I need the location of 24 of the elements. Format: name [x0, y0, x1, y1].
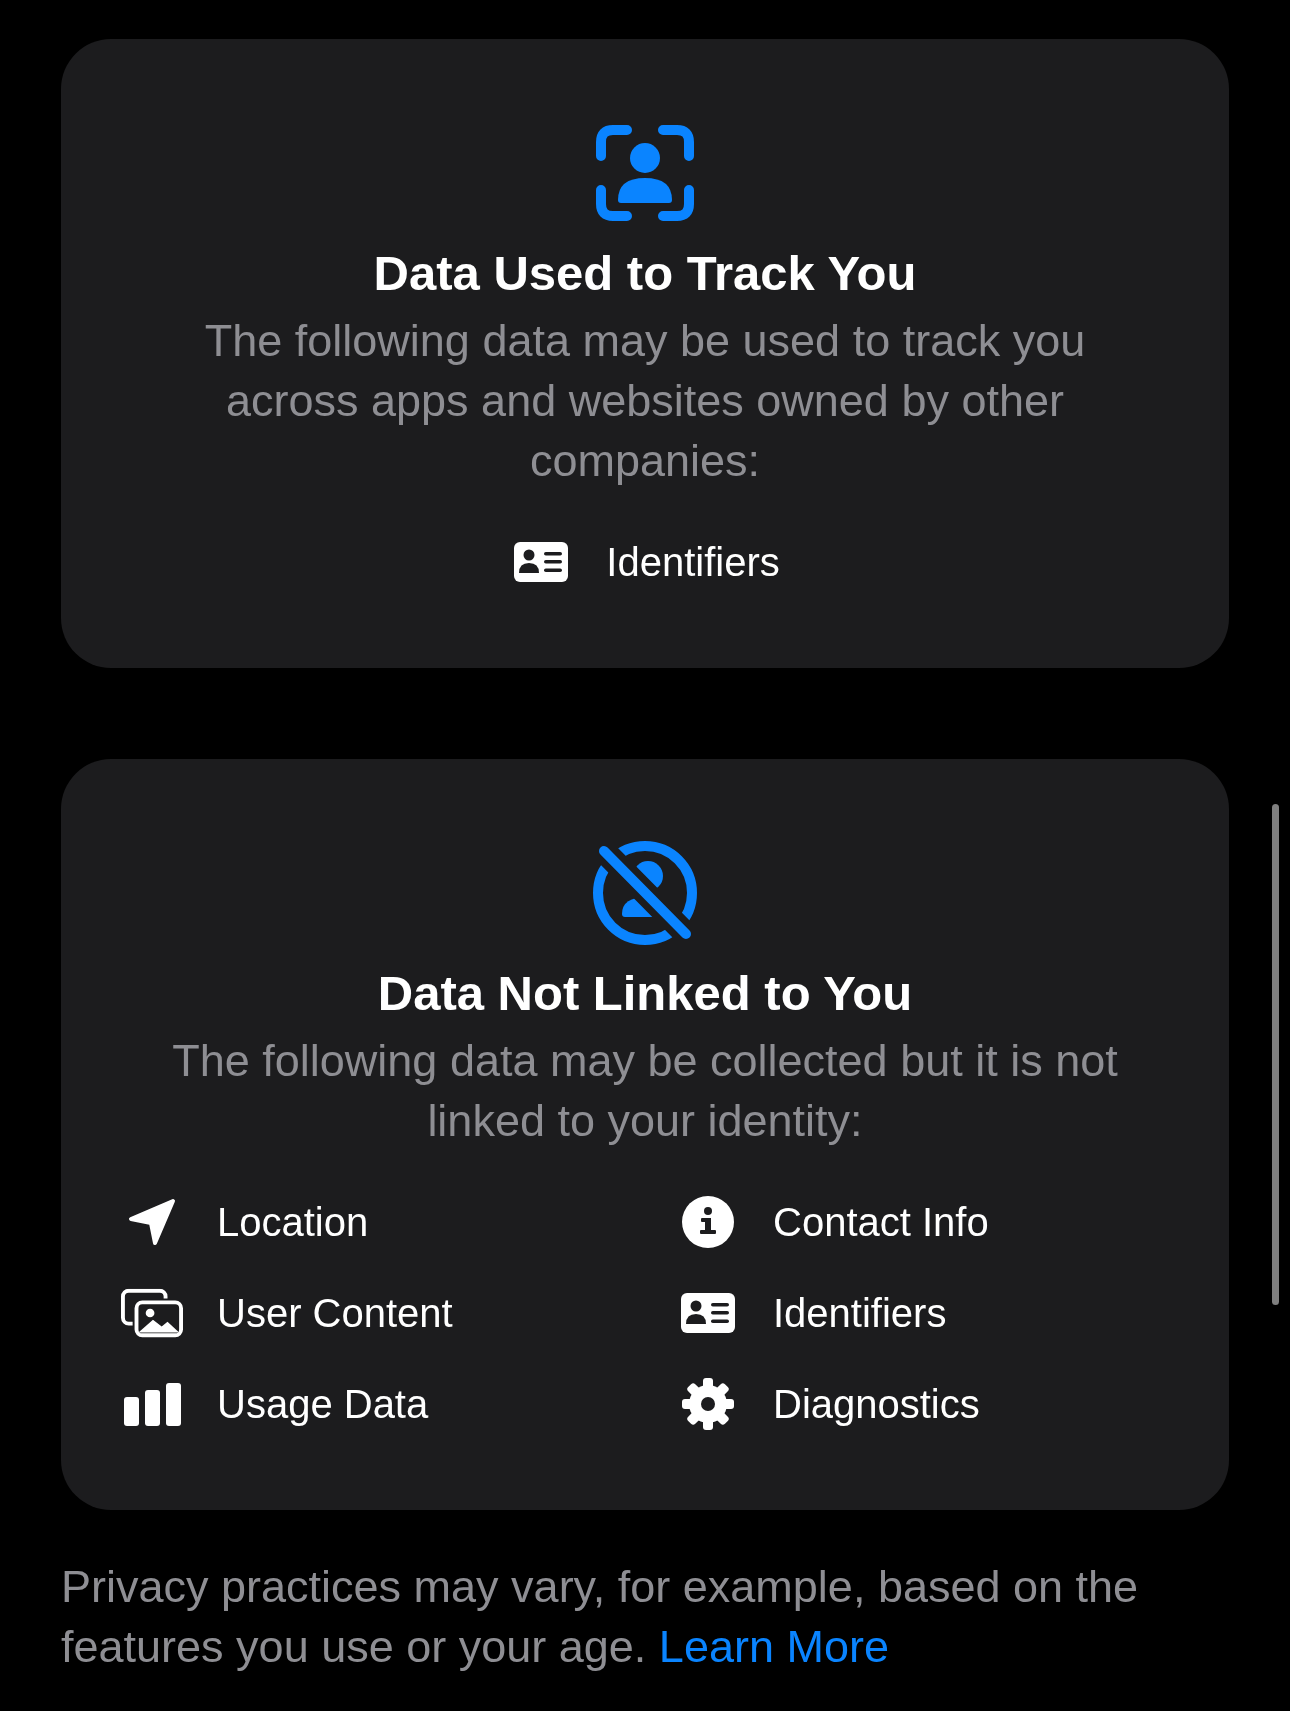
card-description: The following data may be used to track you across apps and websites owned by other companies:: [203, 314, 1087, 488]
id-card-icon: [514, 542, 569, 582]
data-type-label: Identifiers: [606, 539, 780, 586]
data-type-label: Location: [217, 1199, 369, 1246]
data-type-label: Usage Data: [217, 1381, 429, 1428]
card-description: The following data may be collected but it is not linked to your identity:: [171, 1034, 1119, 1148]
info-icon: [682, 1196, 734, 1248]
privacy-note: Privacy practices may vary, for example, based on the features you use or your age. Learn More: [61, 1560, 1140, 1674]
learn-more-link[interactable]: Learn More: [658, 1621, 889, 1672]
privacy-card[interactable]: Data Used to Track You The following data may be used to track you across apps and websites owned by other companies: Identifiers: [61, 39, 1229, 668]
data-type-label: User Content: [217, 1290, 453, 1337]
data-type-label: Identifiers: [773, 1290, 947, 1337]
location-arrow-icon: [127, 1198, 177, 1246]
person-viewfinder-icon: [596, 125, 694, 221]
person-slash-icon: [593, 841, 697, 945]
id-card-icon: [681, 1293, 735, 1333]
card-title: Data Not Linked to You: [377, 965, 913, 1021]
bar-chart-icon: [123, 1382, 181, 1426]
gear-icon: [681, 1377, 735, 1431]
card-title: Data Used to Track You: [373, 245, 917, 301]
privacy-card[interactable]: Data Not Linked to You The following data may be collected but it is not linked to your identity: Location Contact Info User Content Identifiers Usage Data Diagnostics: [61, 759, 1229, 1510]
data-type-label: Diagnostics: [773, 1381, 980, 1428]
data-type-label: Contact Info: [773, 1199, 989, 1246]
photos-icon: [121, 1288, 183, 1338]
